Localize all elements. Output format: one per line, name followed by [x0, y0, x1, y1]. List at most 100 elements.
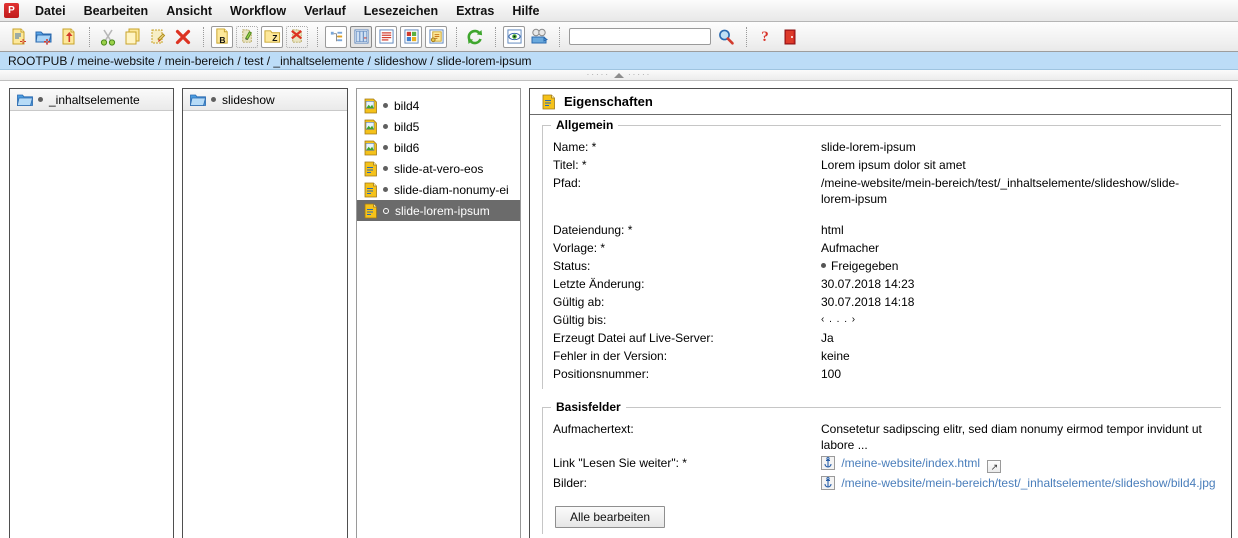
list-view-icon[interactable] — [375, 25, 397, 48]
search-input[interactable] — [569, 28, 711, 45]
property-value-link[interactable]: /meine-website/index.html ↗ — [821, 454, 1221, 474]
svg-text:Z: Z — [272, 33, 277, 43]
property-label: Pfad: — [553, 176, 582, 190]
details-view-icon[interactable] — [425, 25, 447, 48]
thumbnail-view-icon[interactable] — [400, 25, 422, 48]
menu-bar: P Datei Bearbeiten Ansicht Workflow Verl… — [0, 0, 1238, 22]
upload-file-icon[interactable] — [58, 26, 80, 48]
property-value-gueltig-ab[interactable]: 30.07.2018 14:18 — [821, 293, 1191, 311]
tree-column-1-header[interactable]: _inhaltselemente — [10, 89, 173, 111]
open-external-icon[interactable]: ↗ — [987, 460, 1002, 473]
application-window: P Datei Bearbeiten Ansicht Workflow Verl… — [0, 0, 1238, 538]
columns-view-icon[interactable] — [350, 25, 372, 48]
refresh-icon[interactable] — [464, 26, 486, 48]
property-row-name: Name: * slide-lorem-ipsum — [553, 138, 1191, 156]
menu-lesezeichen[interactable]: Lesezeichen — [355, 2, 447, 20]
fieldset-basisfelder: Basisfelder Aufmachertext: Consetetur sa… — [542, 400, 1221, 534]
tree-column-3: bild4 bild5 bild6 slide-at-vero-eos slid… — [356, 88, 521, 538]
help-icon[interactable]: ? — [754, 26, 776, 48]
property-label: Aufmachertext: — [553, 422, 634, 436]
status-dot — [38, 97, 43, 102]
property-row-positionsnummer: Positionsnummer: 100 — [553, 365, 1191, 383]
status-dot — [383, 103, 388, 108]
property-value-vorlage[interactable]: Aufmacher — [821, 239, 1191, 257]
edit-metadata-icon[interactable] — [236, 25, 258, 48]
status-dot — [383, 166, 388, 171]
property-value-positionsnummer[interactable]: 100 — [821, 365, 1191, 383]
status-dot — [821, 263, 826, 268]
properties-panel: Eigenschaften Allgemein Name: * slide-lo… — [529, 88, 1232, 538]
new-folder-icon[interactable] — [33, 26, 55, 48]
property-value-name[interactable]: slide-lorem-ipsum — [821, 138, 1191, 156]
page-file-icon — [364, 161, 378, 177]
property-value-titel[interactable]: Lorem ipsum dolor sit amet — [821, 156, 1191, 174]
image-file-icon — [364, 140, 378, 156]
toolbar-separator — [559, 26, 561, 47]
property-value-bilder[interactable]: /meine-website/mein-bereich/test/_inhalt… — [821, 474, 1221, 492]
property-row-status: Status: Freigegeben — [553, 257, 1191, 275]
splitter-bar[interactable]: ····· ····· — [0, 70, 1238, 81]
edit-content-icon[interactable]: B — [211, 25, 233, 48]
property-row-titel: Titel: * Lorem ipsum dolor sit amet — [553, 156, 1191, 174]
tree-view-icon[interactable] — [325, 25, 347, 48]
property-value-dateiendung[interactable]: html — [821, 221, 1191, 239]
copy-icon[interactable] — [122, 26, 144, 48]
link-label[interactable]: /meine-website/index.html — [841, 456, 980, 470]
link-label[interactable]: /meine-website/mein-bereich/test/_inhalt… — [841, 476, 1215, 490]
property-row-gueltig-ab: Gültig ab: 30.07.2018 14:18 — [553, 293, 1191, 311]
property-row-letzte-aenderung: Letzte Änderung: 30.07.2018 14:23 — [553, 275, 1191, 293]
menu-workflow[interactable]: Workflow — [221, 2, 295, 20]
menu-verlauf[interactable]: Verlauf — [295, 2, 355, 20]
page-file-icon — [364, 182, 378, 198]
toolbar: B Z ? — [0, 22, 1238, 52]
fieldset-allgemein: Allgemein Name: * slide-lorem-ipsum Tite… — [542, 118, 1221, 389]
property-value-erzeugt-datei: Ja — [821, 331, 834, 345]
toolbar-separator — [456, 26, 458, 47]
cut-icon[interactable] — [97, 26, 119, 48]
property-label: Dateiendung: * — [553, 223, 633, 237]
splitter-collapse-icon[interactable] — [614, 72, 624, 78]
property-row-dateiendung: Dateiendung: * html — [553, 221, 1191, 239]
property-value-letzte-aenderung: 30.07.2018 14:23 — [821, 277, 915, 291]
toolbar-separator — [317, 26, 319, 47]
image-file-icon — [364, 98, 378, 114]
list-item[interactable]: slide-at-vero-eos — [357, 158, 520, 179]
folder-icon — [16, 93, 34, 106]
list-item[interactable]: bild6 — [357, 137, 520, 158]
list-item-label: slide-diam-nonumy-ei — [394, 182, 509, 197]
search-icon[interactable] — [715, 26, 737, 48]
new-page-icon[interactable] — [8, 26, 30, 48]
cancel-edit-icon[interactable] — [286, 25, 308, 48]
publish-icon[interactable] — [528, 26, 550, 48]
tree-column-2-header[interactable]: slideshow — [183, 89, 347, 111]
menu-hilfe[interactable]: Hilfe — [503, 2, 548, 20]
menu-bearbeiten[interactable]: Bearbeiten — [75, 2, 158, 20]
basisfelder-properties-table: Aufmachertext: Consetetur sadipscing eli… — [553, 420, 1221, 492]
list-item[interactable]: bild5 — [357, 116, 520, 137]
exit-icon[interactable] — [779, 26, 801, 48]
status-dot — [383, 207, 389, 214]
list-item-selected[interactable]: slide-lorem-ipsum — [357, 200, 520, 221]
menu-extras[interactable]: Extras — [447, 2, 503, 20]
toolbar-separator — [203, 26, 205, 47]
list-item[interactable]: bild4 — [357, 95, 520, 116]
menu-ansicht[interactable]: Ansicht — [157, 2, 221, 20]
property-value-aufmachertext[interactable]: Consetetur sadipscing elitr, sed diam no… — [821, 420, 1221, 454]
preview-icon[interactable] — [503, 25, 525, 48]
menu-datei[interactable]: Datei — [26, 2, 75, 20]
list-item-label: slide-at-vero-eos — [394, 161, 484, 176]
paste-icon[interactable] — [147, 26, 169, 48]
page-title: Eigenschaften — [564, 94, 653, 109]
edit-folder-icon[interactable]: Z — [261, 25, 283, 48]
property-value-gueltig-bis[interactable]: ‹ . . . › — [821, 311, 1191, 329]
list-item[interactable]: slide-diam-nonumy-ei — [357, 179, 520, 200]
toolbar-separator — [89, 26, 91, 47]
property-label: Erzeugt Datei auf Live-Server: — [553, 331, 714, 345]
edit-all-button[interactable]: Alle bearbeiten — [555, 506, 666, 528]
tree-column-2-header-label: slideshow — [222, 92, 275, 107]
property-row-fehler: Fehler in der Version: keine — [553, 347, 1191, 365]
delete-icon[interactable] — [172, 26, 194, 48]
property-label: Status: — [553, 259, 591, 273]
breadcrumb[interactable]: ROOTPUB / meine-website / mein-bereich /… — [0, 52, 1238, 70]
status-badge-label: Freigegeben — [831, 259, 899, 273]
